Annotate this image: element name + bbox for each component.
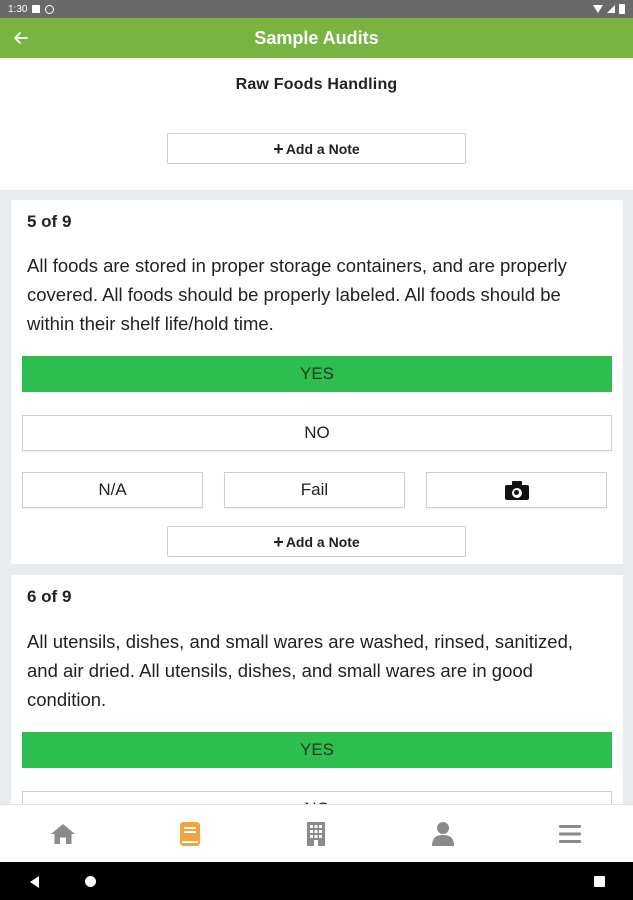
menu-icon: [558, 824, 581, 843]
book-icon: [179, 821, 200, 846]
add-note-button[interactable]: + Add a Note: [167, 526, 466, 557]
section-title: Raw Foods Handling: [235, 76, 398, 93]
system-home-icon[interactable]: [85, 876, 96, 887]
bottom-nav: [0, 804, 633, 862]
nav-menu[interactable]: [506, 805, 633, 862]
notification-icon: [32, 5, 41, 13]
question-number: 6 of 9: [27, 587, 72, 606]
audit-content[interactable]: Raw Foods Handling + Add a Note 5 of 9 A…: [0, 58, 633, 804]
fail-label: Fail: [300, 480, 329, 499]
back-button[interactable]: [8, 25, 34, 51]
na-label: N/A: [98, 480, 127, 499]
no-button[interactable]: NO: [22, 415, 612, 451]
cellular-icon: [607, 5, 615, 13]
system-back-icon[interactable]: [30, 876, 39, 888]
question-text: All utensils, dishes, and small wares ar…: [27, 631, 574, 710]
no-label: NO: [304, 423, 330, 442]
photo-button[interactable]: [426, 472, 607, 508]
plus-icon: +: [273, 138, 284, 159]
app-bar: Sample Audits: [0, 18, 633, 58]
section-header: Raw Foods Handling + Add a Note: [0, 58, 633, 190]
yes-button[interactable]: YES: [22, 356, 612, 392]
add-note-label: Add a Note: [285, 533, 360, 550]
status-bar: 1:30: [0, 0, 633, 18]
question-number: 5 of 9: [27, 212, 72, 231]
add-note-button[interactable]: + Add a Note: [167, 133, 466, 164]
yes-button[interactable]: YES: [22, 732, 612, 768]
question-card: 5 of 9 All foods are stored in proper st…: [11, 200, 623, 564]
home-icon: [51, 823, 76, 844]
yes-label: YES: [299, 364, 335, 383]
nav-audits[interactable]: [127, 805, 254, 862]
battery-icon: [619, 4, 625, 14]
arrow-back-icon: [14, 32, 28, 44]
status-time: 1:30: [8, 3, 28, 15]
yes-label: YES: [299, 740, 335, 759]
sync-icon: [45, 4, 55, 14]
page-title: Sample Audits: [254, 27, 379, 48]
camera-icon: [504, 480, 529, 500]
nav-home[interactable]: [0, 805, 127, 862]
plus-icon: +: [273, 531, 284, 552]
question-card: 6 of 9 All utensils, dishes, and small w…: [11, 575, 623, 804]
system-recents-icon[interactable]: [594, 876, 605, 887]
system-nav-bar: [0, 862, 633, 900]
na-button[interactable]: N/A: [22, 472, 203, 508]
add-note-label: Add a Note: [285, 140, 360, 157]
nav-profile[interactable]: [380, 805, 507, 862]
no-button[interactable]: NO: [22, 791, 612, 804]
person-icon: [432, 821, 455, 846]
fail-button[interactable]: Fail: [224, 472, 405, 508]
question-text: All foods are stored in proper storage c…: [27, 255, 567, 334]
nav-locations[interactable]: [253, 805, 380, 862]
building-icon: [307, 821, 326, 846]
wifi-icon: [593, 5, 603, 13]
